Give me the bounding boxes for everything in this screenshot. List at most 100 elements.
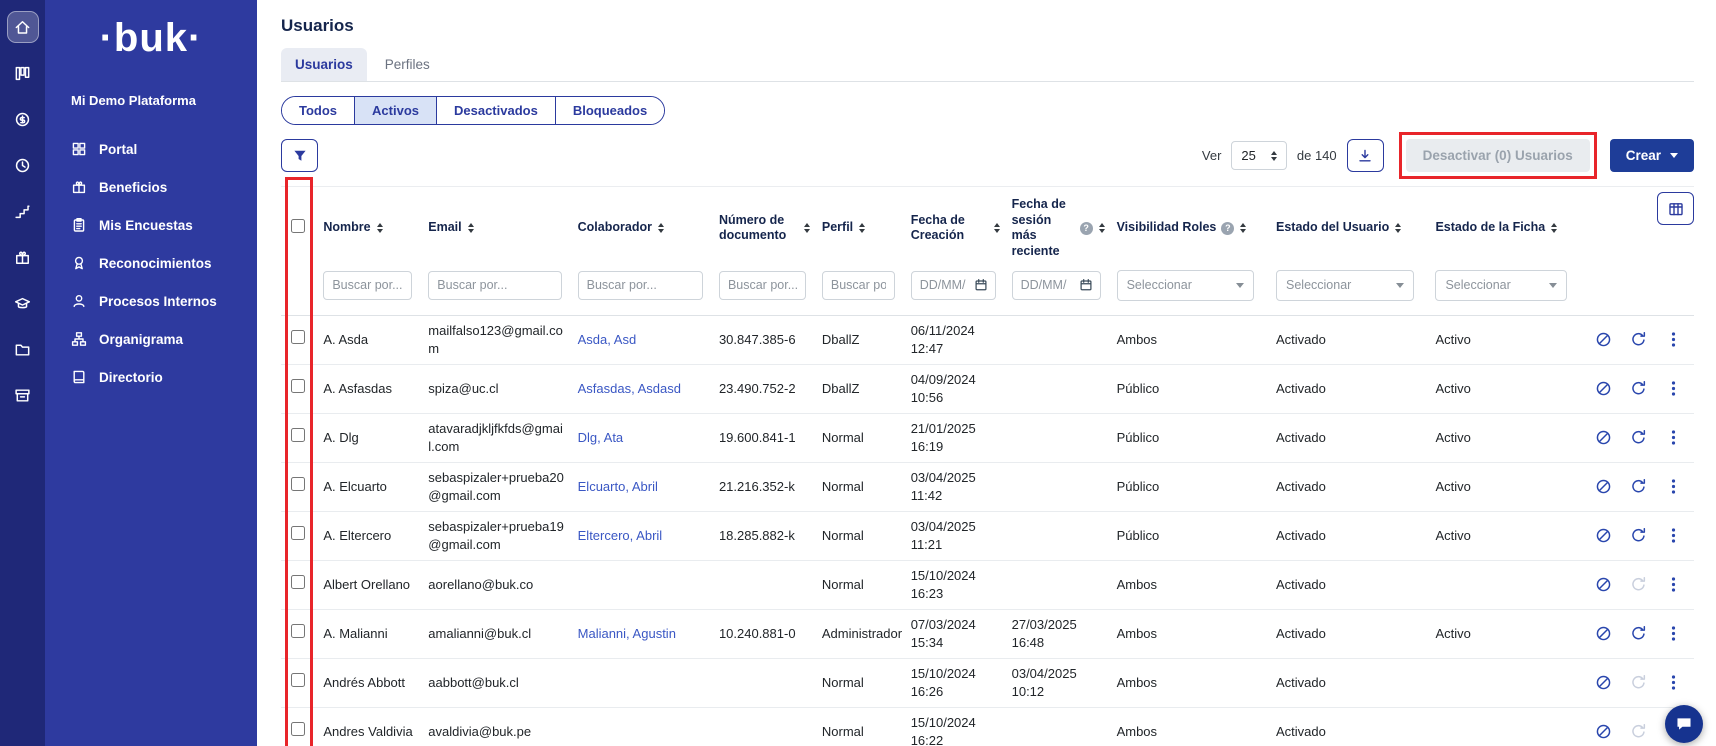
collaborator-link[interactable] [572, 707, 713, 746]
ban-icon[interactable] [1595, 576, 1612, 593]
rail-item-clock[interactable] [8, 150, 38, 180]
column-header-estado-del-usuario[interactable]: Estado del Usuario [1270, 187, 1429, 264]
refresh-icon[interactable] [1630, 331, 1647, 348]
tab-perfiles[interactable]: Perfiles [371, 48, 444, 81]
filter-select[interactable]: Seleccionar [1276, 270, 1414, 301]
column-search-input[interactable] [578, 271, 703, 300]
rail-item-kanban[interactable] [8, 58, 38, 88]
collaborator-link[interactable] [572, 658, 713, 707]
column-header-perfil[interactable]: Perfil [816, 187, 905, 264]
ban-icon[interactable] [1595, 723, 1612, 740]
sort-icon[interactable] [859, 223, 865, 233]
kebab-menu-icon[interactable] [1665, 527, 1682, 544]
sidebar-item-organigrama[interactable]: Organigrama [45, 320, 257, 358]
column-header-fecha-de-creacion[interactable]: Fecha de Creación [905, 187, 1006, 264]
date-filter[interactable] [1012, 271, 1101, 300]
filter-button[interactable] [281, 139, 318, 172]
refresh-icon[interactable] [1630, 429, 1647, 446]
sidebar-item-reconocimientos[interactable]: Reconocimientos [45, 244, 257, 282]
sort-icon[interactable] [468, 223, 474, 233]
chat-bubble-button[interactable] [1665, 705, 1703, 743]
download-button[interactable] [1347, 139, 1384, 172]
column-header-fecha-de-sesion-mas-reciente[interactable]: Fecha de sesión más reciente? [1006, 187, 1111, 264]
refresh-icon[interactable] [1630, 674, 1647, 691]
row-checkbox[interactable] [291, 379, 305, 393]
collaborator-link[interactable]: Elcuarto, Abril [572, 462, 713, 511]
row-checkbox[interactable] [291, 330, 305, 344]
kebab-menu-icon[interactable] [1665, 429, 1682, 446]
sort-icon[interactable] [658, 223, 664, 233]
kebab-menu-icon[interactable] [1665, 625, 1682, 642]
refresh-icon[interactable] [1630, 625, 1647, 642]
collaborator-link[interactable]: Asda, Asd [572, 315, 713, 364]
sidebar-item-beneficios[interactable]: Beneficios [45, 168, 257, 206]
calendar-icon[interactable] [974, 278, 988, 292]
column-settings-button[interactable] [1657, 192, 1694, 225]
sidebar-item-procesos-internos[interactable]: Procesos Internos [45, 282, 257, 320]
ban-icon[interactable] [1595, 331, 1612, 348]
date-input[interactable] [920, 278, 971, 292]
deactivate-users-button[interactable]: Desactivar (0) Usuarios [1406, 139, 1590, 172]
status-filter-todos[interactable]: Todos [282, 97, 354, 124]
filter-select[interactable]: Seleccionar [1435, 270, 1567, 301]
column-header-email[interactable]: Email [422, 187, 571, 264]
column-header-visibilidad-roles[interactable]: Visibilidad Roles? [1111, 187, 1270, 264]
tab-usuarios[interactable]: Usuarios [281, 48, 367, 81]
rail-item-home[interactable] [8, 12, 38, 42]
collaborator-link[interactable]: Dlg, Ata [572, 413, 713, 462]
ban-icon[interactable] [1595, 429, 1612, 446]
sort-icon[interactable] [377, 223, 383, 233]
collaborator-link[interactable] [572, 560, 713, 609]
rail-item-cap[interactable] [8, 288, 38, 318]
kebab-menu-icon[interactable] [1665, 576, 1682, 593]
ban-icon[interactable] [1595, 527, 1612, 544]
row-checkbox[interactable] [291, 673, 305, 687]
collaborator-link[interactable]: Eltercero, Abril [572, 511, 713, 560]
row-checkbox[interactable] [291, 526, 305, 540]
status-filter-bloqueados[interactable]: Bloqueados [555, 97, 664, 124]
sidebar-item-directorio[interactable]: Directorio [45, 358, 257, 396]
calendar-icon[interactable] [1079, 278, 1093, 292]
row-checkbox[interactable] [291, 722, 305, 736]
rail-item-steps[interactable] [8, 196, 38, 226]
sidebar-item-mis-encuestas[interactable]: Mis Encuestas [45, 206, 257, 244]
info-icon[interactable]: ? [1221, 222, 1234, 235]
rail-item-folder[interactable] [8, 334, 38, 364]
sort-icon[interactable] [1099, 223, 1105, 233]
column-search-input[interactable] [719, 271, 806, 300]
collaborator-link[interactable]: Asfasdas, Asdasd [572, 364, 713, 413]
refresh-icon[interactable] [1630, 527, 1647, 544]
kebab-menu-icon[interactable] [1665, 674, 1682, 691]
refresh-icon[interactable] [1630, 380, 1647, 397]
column-header-nombre[interactable]: Nombre [317, 187, 422, 264]
filter-select[interactable]: Seleccionar [1117, 270, 1255, 301]
column-header-numero-de-documento[interactable]: Número de documento [713, 187, 816, 264]
refresh-icon[interactable] [1630, 723, 1647, 740]
page-size-select[interactable]: 25 [1231, 141, 1286, 170]
row-checkbox[interactable] [291, 624, 305, 638]
refresh-icon[interactable] [1630, 576, 1647, 593]
sidebar-item-portal[interactable]: Portal [45, 130, 257, 168]
status-filter-desactivados[interactable]: Desactivados [436, 97, 555, 124]
sort-icon[interactable] [1551, 223, 1557, 233]
column-header-colaborador[interactable]: Colaborador [572, 187, 713, 264]
kebab-menu-icon[interactable] [1665, 331, 1682, 348]
rail-item-gift[interactable] [8, 242, 38, 272]
date-filter[interactable] [911, 271, 996, 300]
create-button[interactable]: Crear [1610, 139, 1694, 172]
collaborator-link[interactable]: Malianni, Agustin [572, 609, 713, 658]
sort-icon[interactable] [1395, 223, 1401, 233]
status-filter-activos[interactable]: Activos [354, 97, 436, 124]
ban-icon[interactable] [1595, 478, 1612, 495]
sort-icon[interactable] [804, 223, 810, 233]
row-checkbox[interactable] [291, 428, 305, 442]
info-icon[interactable]: ? [1080, 222, 1093, 235]
rail-item-coin[interactable] [8, 104, 38, 134]
kebab-menu-icon[interactable] [1665, 380, 1682, 397]
rail-item-archive[interactable] [8, 380, 38, 410]
refresh-icon[interactable] [1630, 478, 1647, 495]
column-header-estado-de-la-ficha[interactable]: Estado de la Ficha [1429, 187, 1582, 264]
column-search-input[interactable] [428, 271, 561, 300]
ban-icon[interactable] [1595, 674, 1612, 691]
ban-icon[interactable] [1595, 625, 1612, 642]
